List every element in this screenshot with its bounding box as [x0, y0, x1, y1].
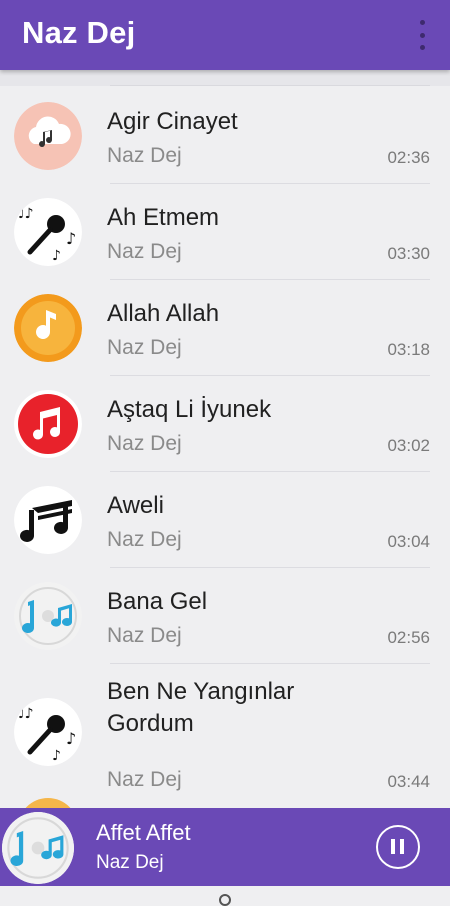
svg-text:♩♪: ♩♪ [18, 706, 34, 722]
song-duration: 03:30 [387, 244, 430, 263]
song-duration: 03:44 [387, 772, 430, 791]
song-duration: 03:18 [387, 340, 430, 359]
more-vert-icon[interactable] [412, 20, 432, 50]
svg-text:♪: ♪ [52, 748, 61, 764]
song-title: Aweli [107, 492, 164, 519]
song-artist: Naz Dej [107, 432, 182, 455]
song-row[interactable]: Aştaq Li İyunek Naz Dej 03:02 [0, 376, 450, 472]
cloud-music-icon [14, 102, 82, 170]
svg-text:♩♪: ♩♪ [18, 206, 34, 222]
song-title: Aştaq Li İyunek [107, 396, 272, 423]
song-duration: 03:04 [387, 532, 430, 551]
system-nav-bar [0, 886, 450, 906]
svg-text:♪: ♪ [66, 729, 76, 748]
song-row[interactable]: Agir Cinayet Naz Dej 02:36 [0, 88, 450, 184]
song-artist: Naz Dej [107, 336, 182, 359]
song-artist: Naz Dej [107, 144, 182, 167]
blue-music-notes-disc-icon [14, 582, 82, 650]
svg-text:♪: ♪ [52, 248, 61, 264]
song-artist: Naz Dej [107, 768, 182, 791]
song-duration: 03:02 [387, 436, 430, 455]
song-title: Agir Cinayet [107, 108, 238, 135]
song-title: Allah Allah [107, 300, 220, 327]
app-bar: Naz Dej [0, 0, 450, 70]
red-music-notes-icon [14, 390, 82, 458]
song-title: Bana Gel [107, 588, 208, 615]
song-title: Ben Ne Yangınlar Gordum [107, 678, 295, 737]
now-playing-artist: Naz Dej [96, 852, 164, 873]
song-duration: 02:56 [387, 628, 430, 647]
song-artist: Naz Dej [107, 624, 182, 647]
now-playing-bar[interactable]: Affet Affet Naz Dej [0, 808, 450, 886]
microphone-notes-icon: ♩♪ ♪ ♪ [14, 198, 82, 266]
song-row[interactable]: ♩♪ ♪ ♪ Ah Etmem Naz Dej 03:30 [0, 184, 450, 280]
app-title: Naz Dej [22, 15, 136, 50]
song-list[interactable]: Agir Cinayet Naz Dej 02:36 ♩♪ ♪ ♪ Ah Etm… [0, 70, 450, 810]
song-artist: Naz Dej [107, 240, 182, 263]
song-row[interactable]: Allah Allah Naz Dej 03:18 [0, 280, 450, 376]
song-row[interactable]: Aweli Naz Dej 03:04 [0, 472, 450, 568]
song-artist: Naz Dej [107, 528, 182, 551]
microphone-notes-icon: ♩♪ ♪ ♪ [14, 698, 82, 766]
song-duration: 02:36 [387, 148, 430, 167]
song-row[interactable]: Bana Gel Naz Dej 02:56 [0, 568, 450, 664]
home-icon[interactable] [219, 894, 231, 906]
pause-icon[interactable] [376, 825, 420, 869]
svg-text:♪: ♪ [66, 229, 76, 248]
now-playing-title: Affet Affet [96, 820, 191, 845]
song-row[interactable]: ♩♪ ♪ ♪ Ben Ne Yangınlar Gordum Naz Dej 0… [0, 664, 450, 808]
song-title: Ah Etmem [107, 204, 220, 231]
list-peek-top [0, 70, 450, 86]
black-music-notes-icon [14, 486, 82, 554]
orange-music-note-icon [14, 294, 82, 362]
blue-music-notes-disc-icon [2, 812, 74, 884]
